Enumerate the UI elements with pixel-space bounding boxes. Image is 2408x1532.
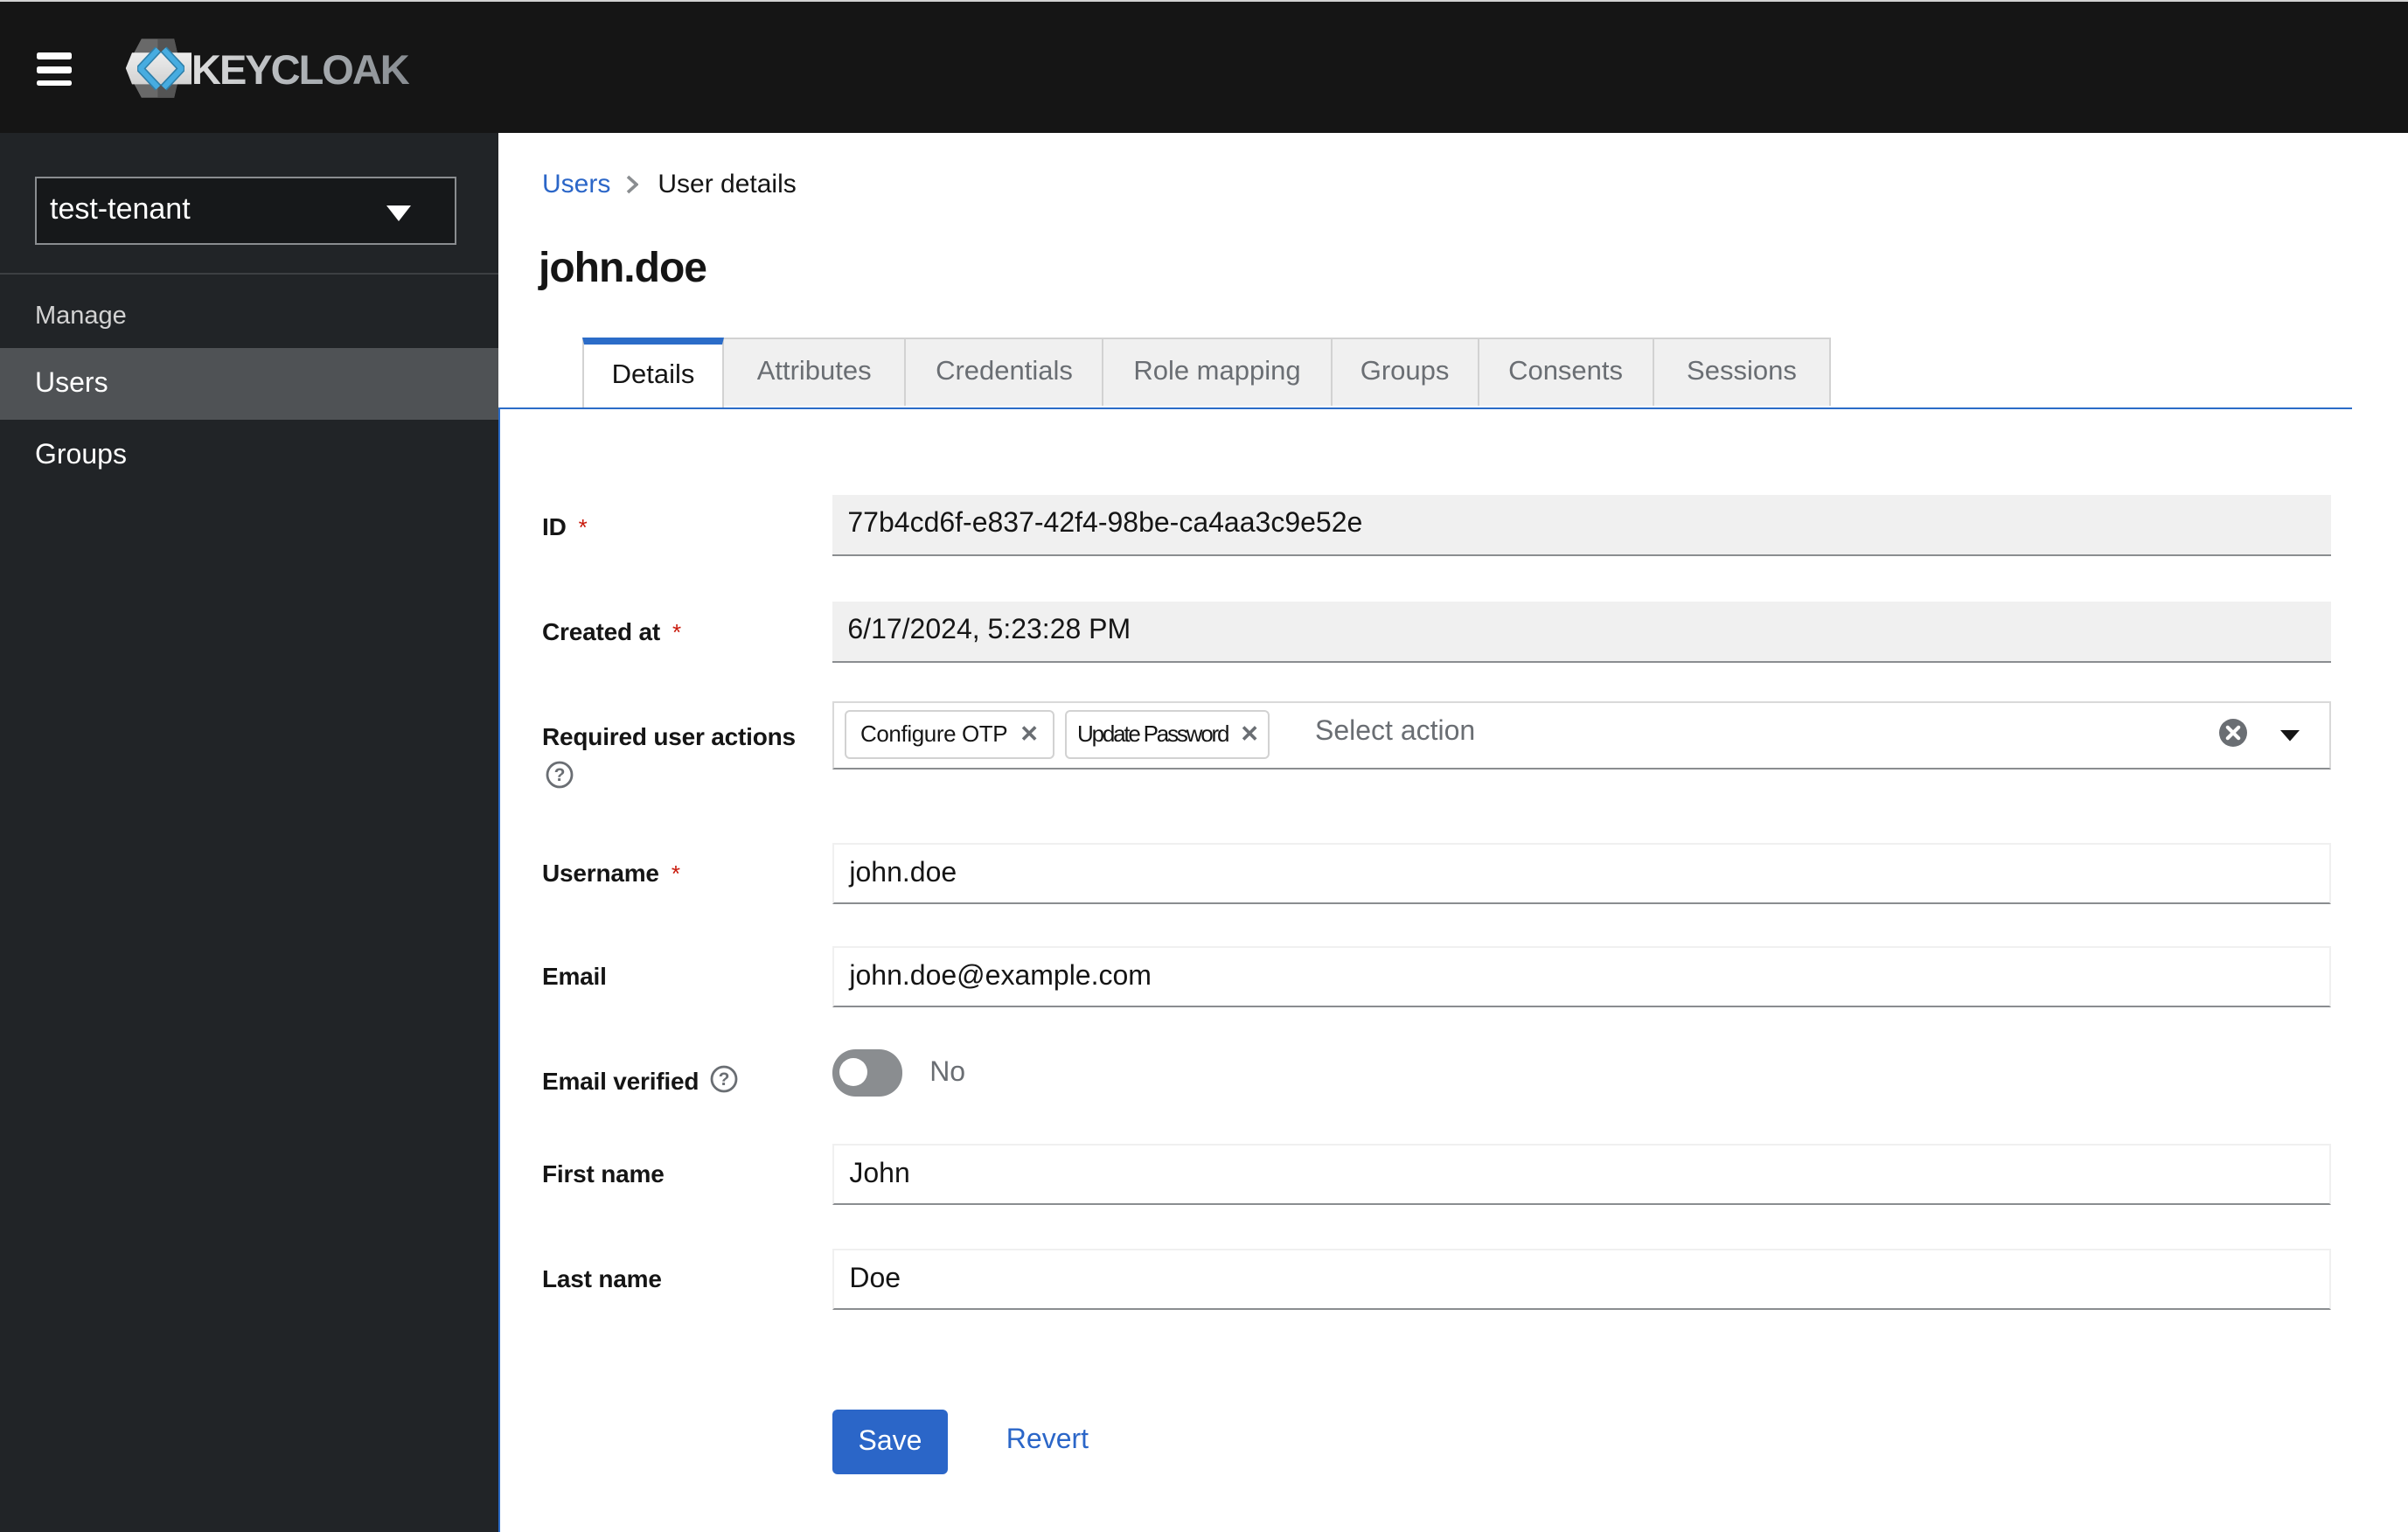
svg-text:?: ? [718, 1069, 729, 1090]
svg-text:KEYCLOAK: KEYCLOAK [191, 46, 410, 93]
svg-text:?: ? [554, 765, 566, 785]
